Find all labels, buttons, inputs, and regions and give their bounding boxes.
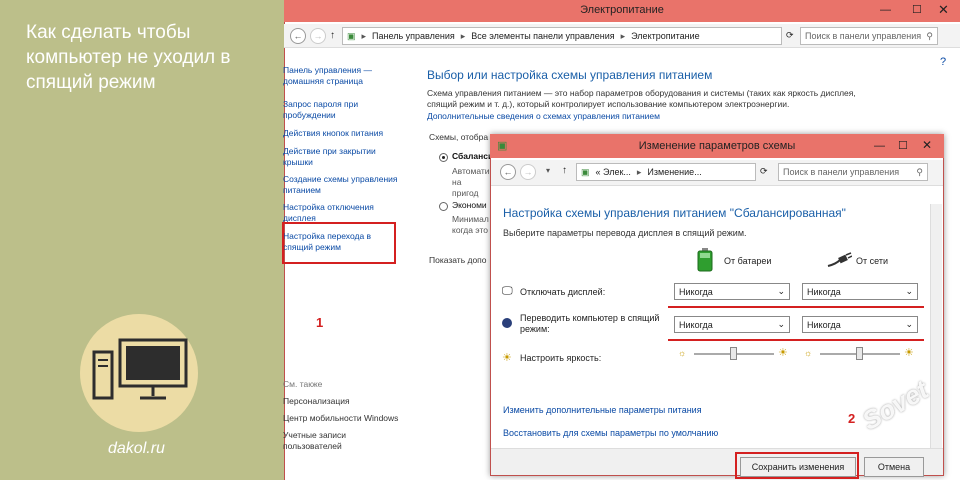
back-heading: Выбор или настройка схемы управления пит… [427,68,713,82]
scheme-balanced-desc: Автомати на пригод [452,166,490,198]
sleep-battery-select[interactable]: Никогда ⌄ [674,316,790,333]
sun-icon: ☼ [804,348,813,358]
chevron-down-icon: ⌄ [905,286,913,296]
scheme-saver-name: Экономи [452,200,487,210]
control-panel-icon: ▣ [347,30,356,41]
moon-icon [502,318,512,328]
highlight-box-1 [282,222,396,264]
marker-2: 2 [848,411,856,426]
see-also-mobility[interactable]: Центр мобильности Windows [283,413,413,424]
marker-1: 1 [316,315,324,330]
sidebar-home-link[interactable]: Панель управления — домашняя страница [283,65,403,87]
display-off-label: Отключать дисплей: [520,287,606,297]
maximize-icon[interactable]: ☐ [912,3,922,16]
refresh-icon[interactable]: ⟳ [760,166,768,177]
chevron-down-icon: ⌄ [777,319,785,329]
search-icon: ⚲ [926,30,933,41]
scheme-saver-radio[interactable] [439,202,448,211]
brightness-label: Настроить яркость: [520,353,602,363]
battery-icon [696,248,714,274]
highlight-underline-sleep [668,339,924,341]
close-icon[interactable]: ✕ [938,2,949,18]
sidebar-item-lid[interactable]: Действие при закрытии крышки [283,146,393,168]
help-icon[interactable]: ? [940,56,946,68]
dialog-breadcrumb[interactable]: ▣ « Элек... ▸ Изменение... [576,163,756,181]
back-description: Схема управления питанием — это набор па… [427,88,856,109]
scheme-balanced-radio[interactable] [439,153,448,162]
ac-column-label: От сети [856,256,888,266]
brightness-ac-slider[interactable] [856,347,863,360]
scheme-balanced-name: Сбаланси [452,151,494,161]
chevron-down-icon: ⌄ [777,286,785,296]
back-arrow-icon[interactable]: ← [290,28,306,44]
breadcrumb-item[interactable]: Все элементы панели управления [471,31,614,41]
display-battery-select[interactable]: Никогда ⌄ [674,283,790,300]
see-also-heading: См. также [283,379,323,389]
sun-icon: ☀ [904,347,914,359]
sleep-ac-select[interactable]: Никогда ⌄ [802,316,918,333]
sleep-label: Переводить компьютер в спящий режим: [520,313,660,334]
computer-illustration-icon [92,338,188,400]
forward-arrow-icon[interactable]: → [310,28,326,44]
article-title: Как сделать чтобы компьютер не уходил в … [26,22,231,93]
cancel-button[interactable]: Отмена [864,457,924,477]
see-also-accounts[interactable]: Учетные записи пользователей [283,430,383,452]
breadcrumb-item[interactable]: Электропитание [631,31,700,41]
logo-circle [80,314,198,432]
site-name: dakol.ru [108,440,165,457]
schemes-label: Схемы, отобра [429,132,489,142]
up-arrow-icon[interactable]: ↑ [562,165,567,176]
chevron-down-icon[interactable]: ▾ [546,166,550,175]
sidebar-item-create-scheme[interactable]: Создание схемы управления питанием [283,174,403,196]
back-breadcrumb[interactable]: ▣ ▸ Панель управления ▸ Все элементы пан… [342,27,782,45]
advanced-settings-link[interactable]: Изменить дополнительные параметры питани… [503,405,702,415]
sun-icon: ☀ [778,347,788,359]
dialog-heading: Настройка схемы управления питанием "Сба… [503,206,846,220]
minimize-icon[interactable]: — [880,4,891,16]
more-info-link[interactable]: Дополнительные сведения о схемах управле… [427,111,660,121]
battery-column-label: От батареи [724,256,772,266]
scheme-saver-desc: Минимал когда это [452,214,489,235]
dialog-subtitle: Выберите параметры перевода дисплея в сп… [503,228,747,238]
dialog-scrollbar[interactable] [930,204,942,448]
see-also-personalization[interactable]: Персонализация [283,396,403,407]
back-window-title: Электропитание [580,4,664,16]
sidebar-item-password[interactable]: Запрос пароля при пробуждении [283,99,383,121]
chevron-down-icon: ⌄ [905,319,913,329]
search-icon: ⚲ [916,166,923,177]
brightness-battery-slider[interactable] [730,347,737,360]
up-arrow-icon[interactable]: ↑ [330,30,335,41]
control-panel-icon: ▣ [581,166,590,177]
sun-icon: ☀ [502,352,512,364]
sun-icon: ☼ [678,348,687,358]
dialog-search-input[interactable]: Поиск в панели управления ⚲ [778,163,928,181]
restore-defaults-link[interactable]: Восстановить для схемы параметры по умол… [503,428,718,438]
close-icon[interactable]: ✕ [922,138,932,152]
sidebar-item-power-buttons[interactable]: Действия кнопок питания [283,128,403,139]
back-search-input[interactable]: Поиск в панели управления ⚲ [800,27,938,45]
highlight-box-2 [735,452,859,479]
refresh-icon[interactable]: ⟳ [786,30,794,41]
breadcrumb-item[interactable]: Панель управления [372,31,455,41]
minimize-icon[interactable]: — [874,140,885,152]
show-more-plans[interactable]: Показать допо [429,255,487,266]
maximize-icon[interactable]: ☐ [898,139,908,152]
breadcrumb-item[interactable]: Изменение... [647,167,701,177]
highlight-underline-display [668,306,924,308]
plug-icon [826,252,853,270]
forward-arrow-icon[interactable]: → [520,164,536,180]
breadcrumb-item[interactable]: « Элек... [596,167,631,177]
sidebar-item-display-off[interactable]: Настройка отключения дисплея [283,202,383,224]
back-arrow-icon[interactable]: ← [500,164,516,180]
display-ac-select[interactable]: Никогда ⌄ [802,283,918,300]
display-icon: 🖵 [502,285,513,297]
